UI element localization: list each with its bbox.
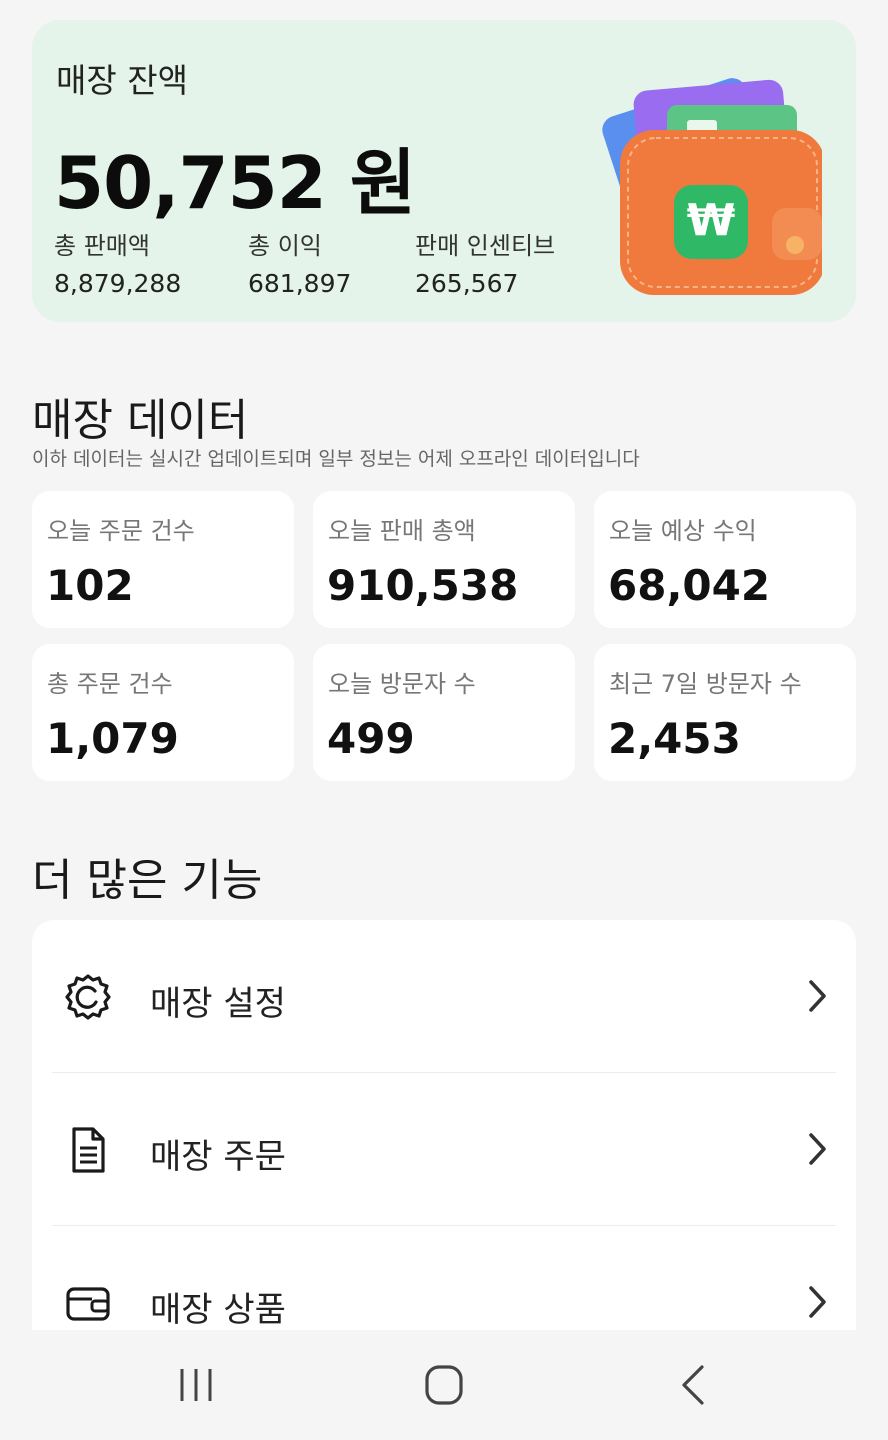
balance-title: 매장 잔액: [56, 61, 188, 100]
feature-label: 매장 상품: [150, 1290, 286, 1330]
balance-amount: 50,752 원: [54, 141, 416, 225]
total-sales-label: 총 판매액: [54, 232, 150, 260]
metric-label: 총 주문 건수: [47, 670, 173, 698]
store-data-subtitle: 이하 데이터는 실시간 업데이트되며 일부 정보는 어제 오프라인 데이터입니다: [32, 448, 640, 470]
metric-card-today-expected-revenue[interactable]: 오늘 예상 수익 68,042: [594, 491, 856, 628]
metric-card-today-orders[interactable]: 오늘 주문 건수 102: [32, 491, 294, 628]
gear-icon: [65, 974, 111, 1020]
sales-incentive-value: 265,567: [415, 269, 519, 298]
feature-item-store-settings[interactable]: 매장 설정: [32, 920, 856, 1072]
chevron-right-icon: [809, 1133, 826, 1165]
back-icon[interactable]: [670, 1363, 718, 1407]
store-data-title: 매장 데이터: [32, 395, 249, 446]
metric-card-today-visitors[interactable]: 오늘 방문자 수 499: [313, 644, 575, 781]
wallet-illustration: ₩: [602, 78, 822, 295]
feature-label: 매장 주문: [150, 1137, 286, 1177]
more-features-title: 더 많은 기능: [32, 855, 263, 906]
metric-label: 오늘 주문 건수: [47, 517, 195, 545]
metric-card-7day-visitors[interactable]: 최근 7일 방문자 수 2,453: [594, 644, 856, 781]
metric-value: 910,538: [327, 561, 519, 610]
metric-label: 오늘 방문자 수: [328, 670, 476, 698]
store-dashboard: 매장 잔액 50,752 원 총 판매액 8,879,288 총 이익 681,…: [0, 0, 888, 1440]
total-sales-value: 8,879,288: [54, 269, 182, 298]
metric-label: 최근 7일 방문자 수: [609, 670, 802, 698]
metric-label: 오늘 판매 총액: [328, 517, 476, 545]
won-sign-icon: ₩: [687, 195, 736, 246]
metric-value: 499: [327, 714, 415, 763]
total-sales-stat: 총 판매액 8,879,288: [54, 226, 181, 298]
metric-value: 2,453: [608, 714, 741, 763]
chevron-right-icon: [809, 980, 826, 1012]
metric-value: 1,079: [46, 714, 179, 763]
metric-value: 102: [46, 561, 134, 610]
home-icon[interactable]: [420, 1363, 468, 1407]
sales-incentive-label: 판매 인센티브: [415, 232, 556, 260]
metric-card-total-orders[interactable]: 총 주문 건수 1,079: [32, 644, 294, 781]
total-profit-value: 681,897: [248, 269, 352, 298]
feature-label: 매장 설정: [150, 984, 286, 1024]
document-icon: [72, 1127, 105, 1173]
feature-item-store-orders[interactable]: 매장 주문: [32, 1073, 856, 1225]
total-profit-stat: 총 이익 681,897: [248, 226, 351, 298]
metric-card-today-sales[interactable]: 오늘 판매 총액 910,538: [313, 491, 575, 628]
system-nav-bar: [0, 1330, 888, 1440]
balance-card[interactable]: 매장 잔액 50,752 원 총 판매액 8,879,288 총 이익 681,…: [32, 20, 856, 322]
wallet-icon: [66, 1287, 110, 1321]
recent-apps-icon[interactable]: [172, 1363, 220, 1407]
chevron-right-icon: [809, 1286, 826, 1318]
metric-label: 오늘 예상 수익: [609, 517, 757, 545]
metric-value: 68,042: [608, 561, 771, 610]
total-profit-label: 총 이익: [248, 232, 322, 260]
sales-incentive-stat: 판매 인센티브 265,567: [415, 226, 555, 298]
feature-list: 매장 설정 매장 주문 매장 상품: [32, 920, 856, 1340]
feature-item-store-products[interactable]: 매장 상품: [32, 1226, 856, 1340]
